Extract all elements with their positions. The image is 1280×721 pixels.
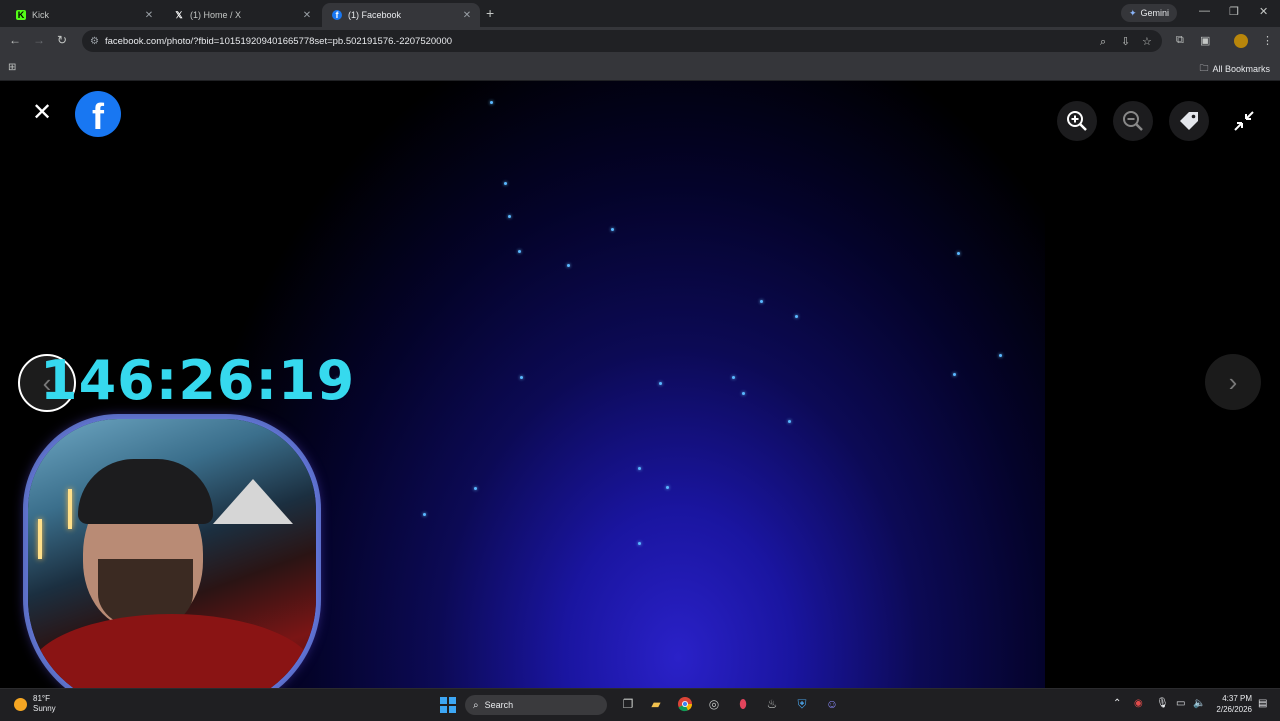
all-bookmarks-button[interactable]: 🗀 All Bookmarks [1199,61,1270,77]
tray-overflow-icon[interactable]: ⌃ [1113,698,1121,709]
minimize-icon[interactable]: — [1199,5,1210,17]
gemini-button[interactable]: ✦ Gemini [1121,4,1178,22]
new-tab-button[interactable]: + [486,5,494,21]
side-panel-icon[interactable]: ▣ [1200,34,1210,47]
extensions-icon[interactable]: ⧉ [1176,34,1184,47]
zoom-in-button[interactable] [1057,101,1097,141]
volume-icon[interactable]: 🔈 [1193,698,1205,709]
close-viewer-icon[interactable]: ✕ [30,101,54,125]
taskbar-search[interactable]: ⌕ Search [465,695,607,715]
chrome-icon[interactable] [677,696,693,712]
zoom-out-icon [1123,111,1143,131]
zoom-icon[interactable]: ⌕ [1100,36,1106,49]
stream-timer: 146:26:19 [40,349,356,412]
reload-icon[interactable]: ↻ [57,33,67,47]
notifications-icon[interactable]: ▤ [1258,698,1267,709]
start-button[interactable] [440,697,456,713]
close-window-icon[interactable]: ✕ [1259,5,1268,18]
tab-title: Kick [32,10,50,20]
address-bar[interactable]: ⚙ facebook.com/photo/?fbid=1015192094016… [82,30,1162,52]
webcam-overlay [28,419,316,688]
tag-icon [1180,112,1198,130]
close-tab-icon[interactable]: ✕ [460,10,474,21]
exit-fullscreen-icon[interactable] [1232,109,1256,133]
kick-icon: K [16,10,26,20]
close-tab-icon[interactable]: ✕ [142,10,156,21]
obs-icon[interactable]: ◎ [706,696,722,712]
search-placeholder: Search [484,700,514,710]
task-view-icon[interactable]: ❐ [620,696,636,712]
gemini-icon: ✦ [1129,7,1137,18]
discord-icon[interactable]: ☺ [824,696,840,712]
tab-kick[interactable]: K Kick ✕ [6,3,162,27]
gemini-label: Gemini [1140,8,1170,18]
tray-app-icon[interactable]: ◉ [1134,698,1143,709]
bookmark-star-icon[interactable]: ☆ [1142,35,1152,48]
taskbar: 81°F Sunny ⌕ Search ❐ ▰ ◎ ⬮ ♨ ⛨ ☺ ⌃ ◉ 🎙 … [0,688,1280,721]
zoom-out-button[interactable] [1113,101,1153,141]
microphone-icon[interactable]: 🎙 [1156,698,1169,709]
forward-icon[interactable]: → [33,33,45,47]
bookmarks-bar: ⊞ 🗀 All Bookmarks [0,55,1280,81]
close-tab-icon[interactable]: ✕ [300,10,314,21]
tab-x[interactable]: 𝕏 (1) Home / X ✕ [164,3,320,27]
install-icon[interactable]: ⇩ [1121,35,1130,48]
network-icon[interactable]: ▭ [1176,698,1185,709]
facebook-logo[interactable]: f [75,91,121,137]
all-bookmarks-label: All Bookmarks [1212,64,1270,74]
x-icon: 𝕏 [175,9,183,20]
pin-app-icon[interactable]: ⬮ [735,696,751,712]
clock-time: 4:37 PM [1222,694,1252,703]
sun-icon [14,697,27,711]
back-icon[interactable]: ← [9,33,21,47]
url-text[interactable]: facebook.com/photo/?fbid=101519209401665… [105,36,452,47]
tag-button[interactable] [1169,101,1209,141]
tab-title: (1) Facebook [348,10,402,20]
search-icon: ⌕ [473,699,479,711]
toolbar: ← → ↻ ⚙ facebook.com/photo/?fbid=1015192… [0,27,1280,55]
tab-title: (1) Home / X [190,10,242,20]
weather-desc: Sunny [33,704,56,713]
apps-grid-icon[interactable]: ⊞ [8,62,16,73]
profile-avatar[interactable] [1234,34,1248,48]
chevron-right-icon: › [1228,366,1238,397]
clock[interactable]: 4:37 PM 2/26/2026 [1212,693,1252,715]
menu-icon[interactable]: ⋮ [1262,34,1273,47]
file-explorer-icon[interactable]: ▰ [648,696,664,712]
weather-temp: 81°F [33,694,50,703]
clock-date: 2/26/2026 [1216,705,1252,714]
next-photo-button[interactable]: › [1205,354,1261,410]
restore-icon[interactable]: ❐ [1229,5,1239,18]
tab-facebook[interactable]: f (1) Facebook ✕ [322,3,480,27]
shield-app-icon[interactable]: ⛨ [794,696,810,712]
weather-widget[interactable]: 81°F Sunny [14,694,56,714]
facebook-icon: f [332,10,342,20]
folder-icon: 🗀 [1199,63,1209,73]
steam-icon[interactable]: ♨ [764,696,780,712]
tab-strip: K Kick ✕ 𝕏 (1) Home / X ✕ f (1) Facebook… [0,0,1280,27]
site-info-icon[interactable]: ⚙ [90,36,99,47]
zoom-in-icon [1067,111,1087,131]
photo-viewer: ✕ f ‹ › 146:26:19 [0,81,1280,688]
